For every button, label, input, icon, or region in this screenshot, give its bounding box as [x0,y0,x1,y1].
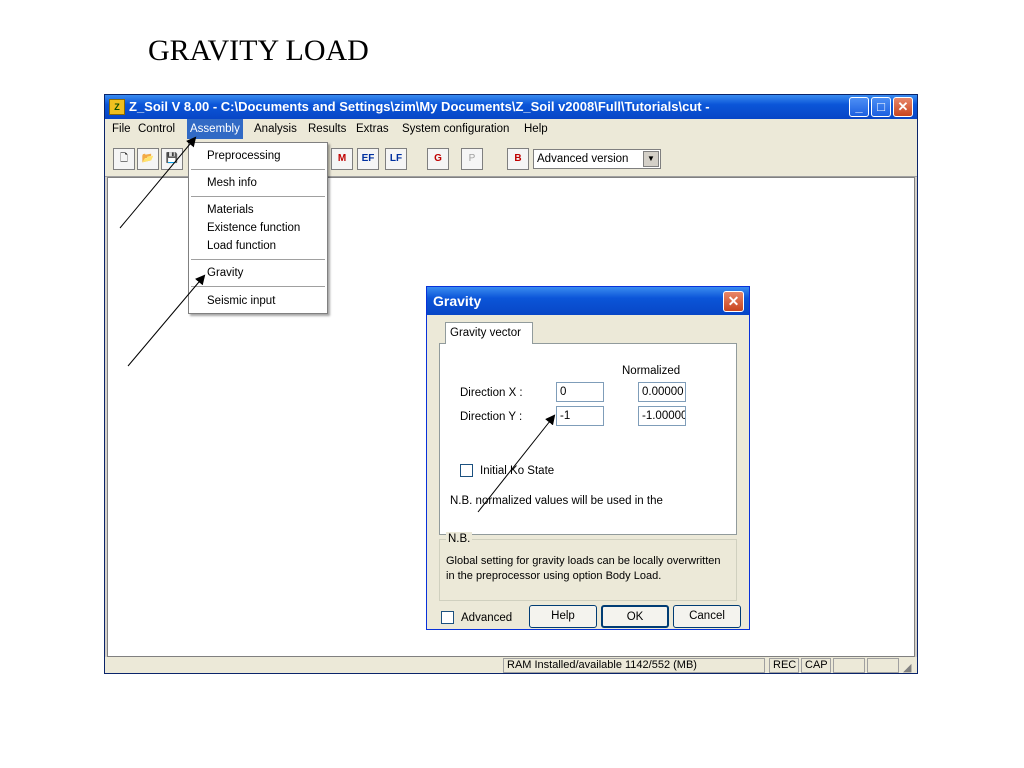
menu-extras[interactable]: Extras [353,119,392,139]
menu-separator [191,259,325,260]
help-button[interactable]: Help [529,605,597,628]
load-function-icon[interactable]: LF [385,148,407,170]
window-titlebar[interactable]: Z Z_Soil V 8.00 - C:\Documents and Setti… [105,95,917,119]
chevron-down-icon[interactable]: ▼ [643,151,659,167]
dialog-title: Gravity [433,293,482,309]
ok-button[interactable]: OK [601,605,669,628]
menu-item-materials[interactable]: Materials [207,202,254,218]
menu-control[interactable]: Control [135,119,178,139]
advanced-checkbox[interactable] [441,611,454,624]
direction-x-normalized: 0.00000 [638,382,686,402]
version-icon[interactable]: B [507,148,529,170]
direction-y-label: Direction Y : [460,411,523,423]
menu-item-preprocessing[interactable]: Preprocessing [207,148,281,164]
menu-assembly[interactable]: Assembly [187,119,243,139]
menu-item-existence-function[interactable]: Existence function [207,220,300,236]
nb-group-text-2: in the preprocessor using option Body Lo… [446,570,662,582]
gravity-dialog: Gravity ✕ Gravity vector Normalized Dire… [426,286,750,630]
normalized-header: Normalized [622,365,681,377]
version-select-value: Advanced version [537,153,629,165]
close-button[interactable]: ✕ [893,97,913,117]
menu-item-load-function[interactable]: Load function [207,238,276,254]
gravity-vector-panel: Normalized Direction X : 0 0.00000 Direc… [439,343,737,535]
menu-results[interactable]: Results [305,119,349,139]
open-folder-icon[interactable]: 📂 [137,148,159,170]
save-icon[interactable]: 💾 [161,148,183,170]
resize-grip-icon[interactable]: ◢ [903,659,911,673]
gravity-chart-icon[interactable]: G [427,148,449,170]
direction-x-input[interactable]: 0 [556,382,604,402]
menu-item-mesh-info[interactable]: Mesh info [207,175,257,191]
new-file-icon[interactable]: 🗋 [113,148,135,170]
status-scrl [867,658,899,673]
status-cap: CAP [801,658,831,673]
direction-y-normalized: -1.00000 [638,406,686,426]
nb-group-text-1: Global setting for gravity loads can be … [446,555,721,567]
cancel-button[interactable]: Cancel [673,605,741,628]
existence-function-icon[interactable]: EF [357,148,379,170]
nb-groupbox: N.B. Global setting for gravity loads ca… [439,532,737,601]
tab-gravity-vector[interactable]: Gravity vector [445,322,533,344]
menu-item-seismic-input[interactable]: Seismic input [207,293,275,309]
menu-separator [191,169,325,170]
zsoil-app-icon: Z [109,99,125,115]
menubar: File Control Assembly Analysis Results E… [105,119,917,139]
menu-item-gravity[interactable]: Gravity [207,265,243,281]
slide-title: GRAVITY LOAD [148,34,369,67]
postprocessor-icon[interactable]: P [461,148,483,170]
maximize-button[interactable]: □ [871,97,891,117]
menu-analysis[interactable]: Analysis [251,119,300,139]
advanced-label: Advanced [461,612,513,624]
menu-help[interactable]: Help [521,119,551,139]
dialog-titlebar[interactable]: Gravity ✕ [427,287,749,315]
direction-x-label: Direction X : [460,387,523,399]
initial-ko-checkbox[interactable] [460,464,473,477]
normalized-note: N.B. normalized values will be used in t… [450,495,663,507]
initial-ko-label: Initial Ko State [480,465,555,477]
menu-file[interactable]: File [109,119,134,139]
version-select[interactable]: Advanced version ▼ [533,149,661,169]
status-rec: REC [769,658,799,673]
statusbar: RAM Installed/available 1142/552 (MB) RE… [105,657,917,673]
materials-icon[interactable]: M [331,148,353,170]
assembly-dropdown-menu: Preprocessing Mesh info Materials Existe… [188,142,328,314]
dialog-close-button[interactable]: ✕ [723,291,744,312]
nb-group-legend: N.B. [446,532,473,546]
direction-y-input[interactable]: -1 [556,406,604,426]
status-empty [105,658,501,673]
status-num [833,658,865,673]
window-title: Z_Soil V 8.00 - C:\Documents and Setting… [129,99,710,114]
menu-separator [191,286,325,287]
minimize-button[interactable]: _ [849,97,869,117]
status-ram: RAM Installed/available 1142/552 (MB) [503,658,765,673]
menu-system-configuration[interactable]: System configuration [399,119,512,139]
menu-separator [191,196,325,197]
